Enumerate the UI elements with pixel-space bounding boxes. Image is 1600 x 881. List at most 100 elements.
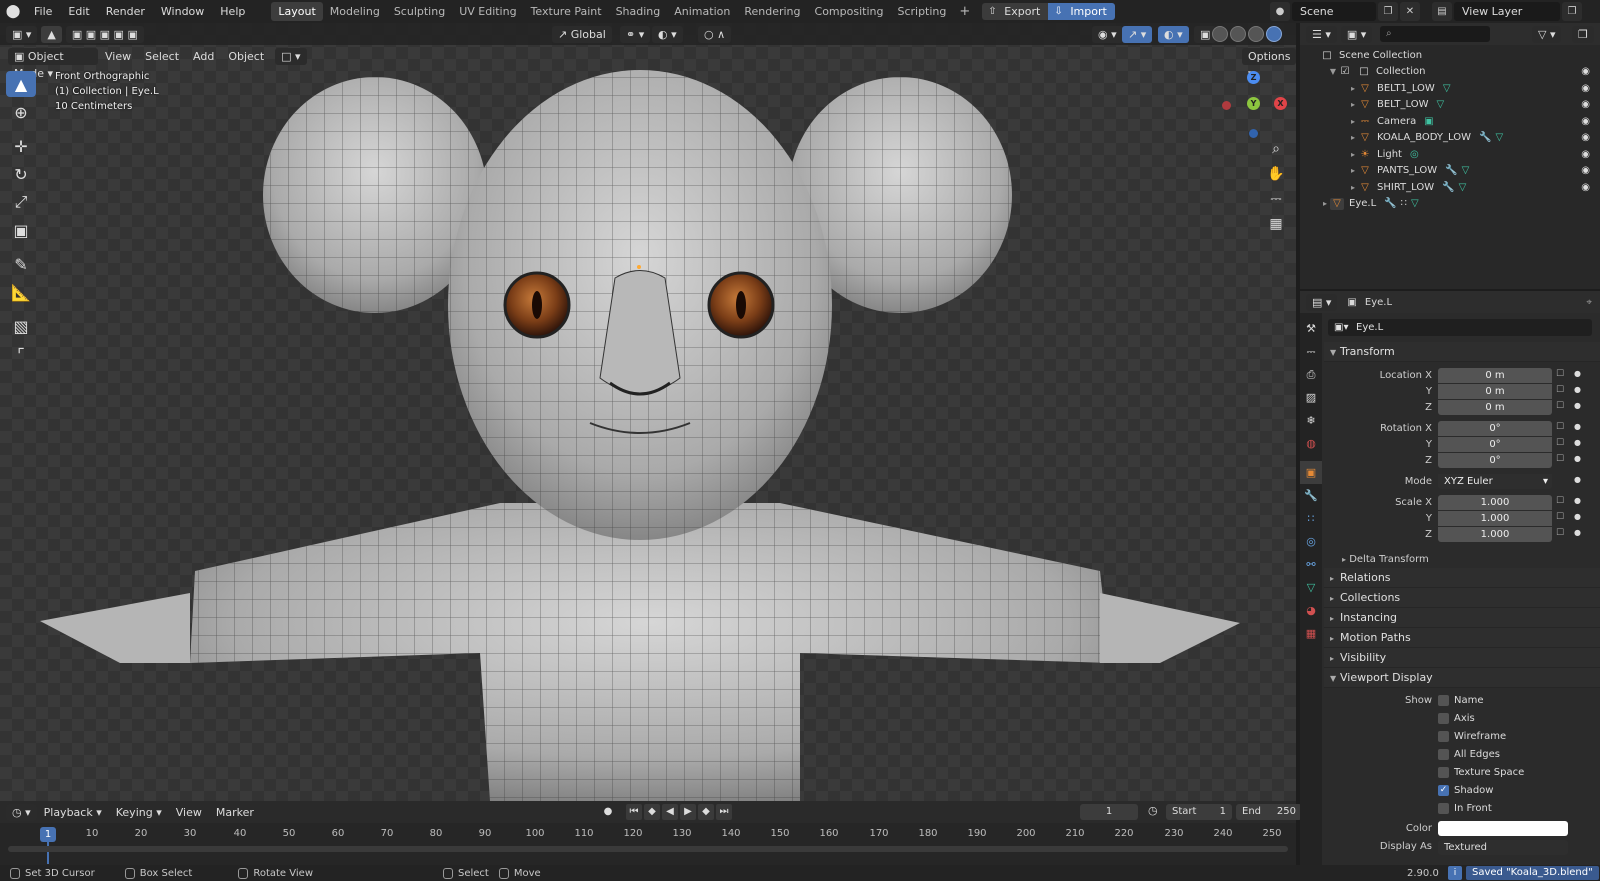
eye-icon[interactable]: ◉ xyxy=(1581,149,1590,160)
display-as-dropdown[interactable]: Textured xyxy=(1438,840,1568,855)
rendered-shading-button[interactable] xyxy=(1266,26,1282,42)
wireframe-checkbox[interactable] xyxy=(1438,731,1449,742)
display-mode-dropdown[interactable]: ▣ ▾ xyxy=(1340,25,1373,43)
material-shading-button[interactable] xyxy=(1248,26,1264,42)
axis-checkbox[interactable] xyxy=(1438,713,1449,724)
outliner-item-shirt-low[interactable]: ▸ ▽ SHIRT_LOW 🔧 ▽ ◉ xyxy=(1300,179,1600,196)
view-layer-tab-icon[interactable]: ▨ xyxy=(1300,386,1322,409)
zoom-icon[interactable]: ⌕ xyxy=(1265,138,1287,160)
scene-delete-icon[interactable]: ✕ xyxy=(1400,2,1420,21)
scene-field[interactable]: Scene xyxy=(1292,2,1376,21)
panel-viewport-display[interactable]: ▼ Viewport Display xyxy=(1324,668,1600,688)
cursor-tool-icon[interactable]: ⊕ xyxy=(6,99,36,125)
play-icon[interactable]: ▶ xyxy=(680,804,696,820)
location-y-field[interactable]: 0 m xyxy=(1438,384,1552,399)
tab-compositing[interactable]: Compositing xyxy=(808,2,891,21)
physics-tab-icon[interactable]: ◎ xyxy=(1300,530,1322,553)
menu-file[interactable]: File xyxy=(26,0,60,23)
menu-select[interactable]: Select xyxy=(138,50,186,63)
tab-scripting[interactable]: Scripting xyxy=(890,2,953,21)
output-tab-icon[interactable]: ⎙ xyxy=(1300,363,1322,386)
import-button[interactable]: ⇩ Import xyxy=(1048,3,1115,20)
menu-help[interactable]: Help xyxy=(212,0,253,23)
prev-keyframe-icon[interactable]: ◆ xyxy=(644,804,660,820)
checkbox-icon[interactable]: ☑ xyxy=(1338,66,1352,78)
scale-tool-icon[interactable]: ⤢ xyxy=(6,189,36,215)
eye-icon[interactable]: ◉ xyxy=(1581,83,1590,94)
start-frame-field[interactable]: Start 1 xyxy=(1166,804,1232,820)
lock-icon[interactable]: ☐ xyxy=(1556,496,1564,506)
name-checkbox[interactable] xyxy=(1438,695,1449,706)
expand-icon[interactable]: ▸ xyxy=(1348,150,1358,159)
tab-shading[interactable]: Shading xyxy=(609,2,668,21)
panel-relations[interactable]: ▸ Relations xyxy=(1324,568,1600,588)
keyframe-dot-icon[interactable]: ● xyxy=(1574,369,1581,378)
modifier-tab-icon[interactable]: 🔧 xyxy=(1300,484,1322,507)
location-z-field[interactable]: 0 m xyxy=(1438,400,1552,415)
gizmo-z-axis[interactable]: Z xyxy=(1247,71,1260,84)
record-icon[interactable]: ● xyxy=(600,804,616,820)
transform-affect-icon[interactable]: □ ▾ xyxy=(275,47,307,65)
scale-y-field[interactable]: 1.000 xyxy=(1438,511,1552,526)
panel-instancing[interactable]: ▸ Instancing xyxy=(1324,608,1600,628)
pivot-dropdown[interactable]: ⚭ ▾ xyxy=(620,25,651,43)
lock-icon[interactable]: ☐ xyxy=(1556,401,1564,411)
panel-transform[interactable]: ▼ Transform xyxy=(1324,342,1600,362)
tab-sculpting[interactable]: Sculpting xyxy=(387,2,452,21)
expand-icon[interactable]: ▸ xyxy=(1348,100,1358,109)
menu-window[interactable]: Window xyxy=(153,0,212,23)
lock-icon[interactable]: ☐ xyxy=(1556,385,1564,395)
lock-icon[interactable]: ☐ xyxy=(1556,438,1564,448)
move-tool-icon[interactable]: ✛ xyxy=(6,133,36,159)
rotate-tool-icon[interactable]: ↻ xyxy=(6,161,36,187)
delta-transform-subpanel[interactable]: ▸ Delta Transform xyxy=(1324,551,1600,568)
texture-tab-icon[interactable]: ▦ xyxy=(1300,622,1322,645)
wireframe-shading-button[interactable] xyxy=(1212,26,1228,42)
select-box-tool-icon[interactable]: ▲ xyxy=(6,71,36,97)
outliner-editor-type[interactable]: ☰ ▾ xyxy=(1306,25,1337,43)
pan-hand-icon[interactable]: ✋ xyxy=(1265,163,1287,185)
rotation-x-field[interactable]: 0° xyxy=(1438,421,1552,436)
jump-end-icon[interactable]: ⏭ xyxy=(716,804,732,820)
eye-icon[interactable]: ◉ xyxy=(1581,99,1590,110)
play-reverse-icon[interactable]: ◀ xyxy=(662,804,678,820)
gizmo-x-axis[interactable]: X xyxy=(1274,97,1287,110)
rotation-mode-dropdown[interactable]: XYZ Euler ▾ xyxy=(1438,474,1552,489)
lock-icon[interactable]: ☐ xyxy=(1556,369,1564,379)
gizmo-neg-z-axis[interactable] xyxy=(1249,129,1258,138)
eye-icon[interactable]: ◉ xyxy=(1581,182,1590,193)
rotation-y-field[interactable]: 0° xyxy=(1438,437,1552,452)
panel-motion-paths[interactable]: ▸ Motion Paths xyxy=(1324,628,1600,648)
tab-layout[interactable]: Layout xyxy=(271,2,323,21)
outliner-collection[interactable]: ▼ ☑ □ Collection ◉ xyxy=(1300,64,1600,81)
tab-texture-paint[interactable]: Texture Paint xyxy=(524,2,609,21)
keyframe-dot-icon[interactable]: ● xyxy=(1574,475,1581,484)
menu-marker[interactable]: Marker xyxy=(209,806,261,819)
blender-logo-icon[interactable]: ⬤ xyxy=(0,4,26,19)
keyframe-dot-icon[interactable]: ● xyxy=(1574,401,1581,410)
outliner-item-eye-l[interactable]: ▸ ▽ Eye.L 🔧 ∷ ▽ xyxy=(1300,196,1600,213)
keyframe-dot-icon[interactable]: ● xyxy=(1574,385,1581,394)
scene-browse-icon[interactable]: ● xyxy=(1270,2,1290,21)
tab-modeling[interactable]: Modeling xyxy=(323,2,387,21)
gizmo-toggle[interactable]: ↗ ▾ xyxy=(1122,25,1153,43)
eye-icon[interactable]: ◉ xyxy=(1581,116,1590,127)
tab-animation[interactable]: Animation xyxy=(667,2,737,21)
lock-icon[interactable]: ☐ xyxy=(1556,454,1564,464)
eye-icon[interactable]: ◉ xyxy=(1581,165,1590,176)
scene-tab-icon[interactable]: ❄ xyxy=(1300,409,1322,432)
outliner-item-light[interactable]: ▸ ☀ Light ◎ ◉ xyxy=(1300,146,1600,163)
camera-view-icon[interactable]: ⎓ xyxy=(1265,188,1287,210)
proportional-edit-toggle[interactable]: ○ ∧ xyxy=(698,25,732,43)
solid-shading-button[interactable] xyxy=(1230,26,1246,42)
expand-icon[interactable]: ▸ xyxy=(1348,84,1358,93)
ortho-grid-icon[interactable]: ▦ xyxy=(1265,213,1287,235)
properties-editor-type[interactable]: ▤ ▾ xyxy=(1306,293,1338,311)
menu-object[interactable]: Object xyxy=(221,50,271,63)
keyframe-dot-icon[interactable]: ● xyxy=(1574,512,1581,521)
snap-toggle[interactable]: ◐ ▾ xyxy=(652,25,683,43)
color-swatch[interactable] xyxy=(1438,821,1568,836)
lock-icon[interactable]: ☐ xyxy=(1556,512,1564,522)
outliner-search-input[interactable]: ⌕ xyxy=(1380,26,1490,42)
all-edges-checkbox[interactable] xyxy=(1438,749,1449,760)
